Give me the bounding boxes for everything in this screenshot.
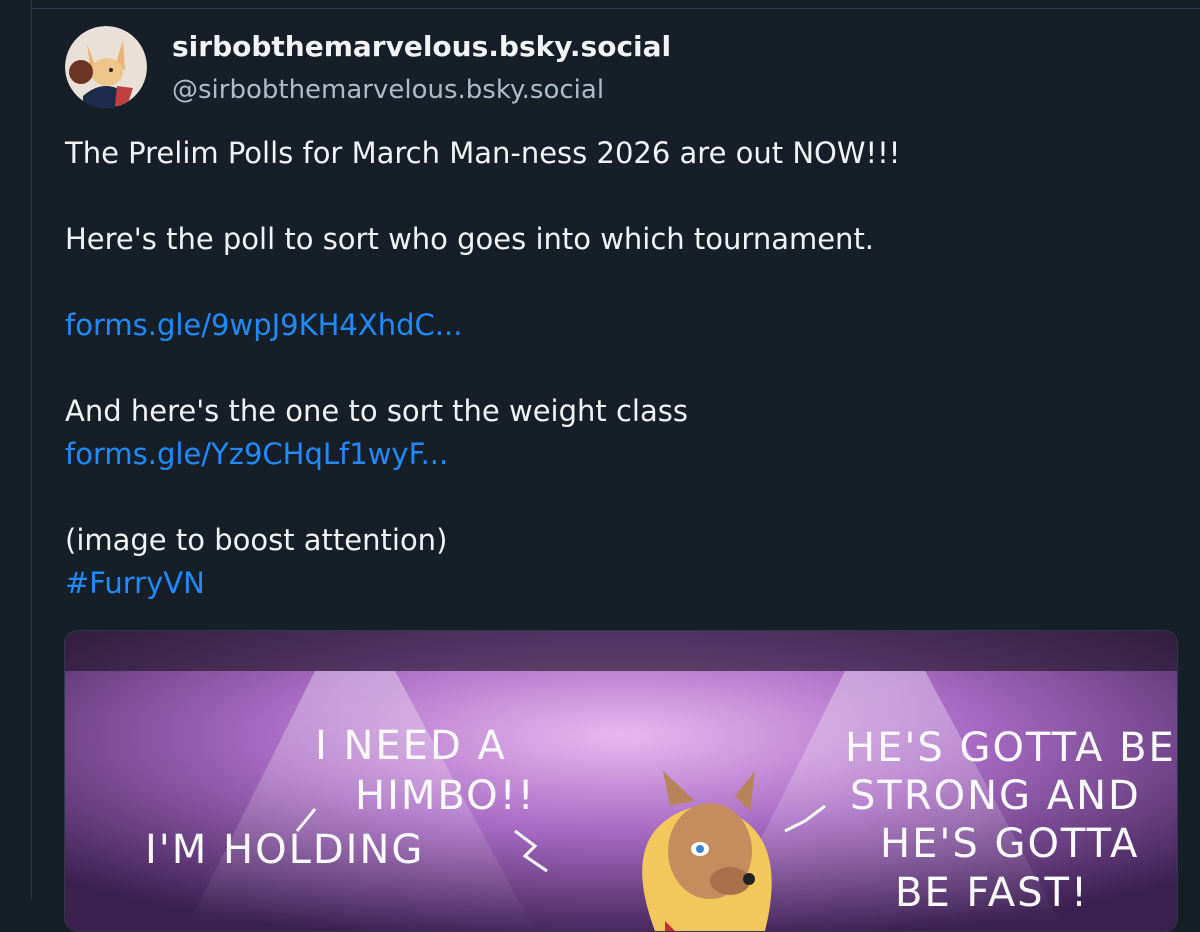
- comic-image: I NEED A HIMBO!! I'M HOLDING HE'S GOTTA …: [65, 631, 1177, 931]
- comic-text: BE FAST!: [895, 870, 1089, 916]
- post-text-line: The Prelim Polls for March Man-ness 2026…: [65, 136, 901, 170]
- post-text-line: Here's the poll to sort who goes into wh…: [65, 222, 875, 256]
- comic-text: HIMBO!!: [355, 773, 536, 819]
- post-image-embed[interactable]: I NEED A HIMBO!! I'M HOLDING HE'S GOTTA …: [64, 630, 1178, 932]
- hashtag-link[interactable]: #FurryVN: [65, 566, 205, 600]
- author-handle[interactable]: @sirbobthemarvelous.bsky.social: [172, 75, 604, 105]
- poll-link-1[interactable]: forms.gle/9wpJ9KH4XhdC...: [65, 308, 462, 342]
- comic-text: I'M HOLDING: [145, 827, 424, 873]
- post-text-line: (image to boost attention): [65, 523, 448, 557]
- poll-link-2[interactable]: forms.gle/Yz9CHqLf1wyF...: [65, 437, 448, 471]
- author-display-name[interactable]: sirbobthemarvelous.bsky.social: [172, 30, 671, 63]
- comic-text: I NEED A: [315, 723, 507, 769]
- comic-text: HE'S GOTTA: [880, 821, 1139, 867]
- avatar[interactable]: [65, 26, 147, 108]
- comic-text: STRONG AND: [850, 773, 1141, 819]
- post-text-line: And here's the one to sort the weight cl…: [65, 394, 688, 428]
- comic-text: HE'S GOTTA BE: [845, 725, 1176, 771]
